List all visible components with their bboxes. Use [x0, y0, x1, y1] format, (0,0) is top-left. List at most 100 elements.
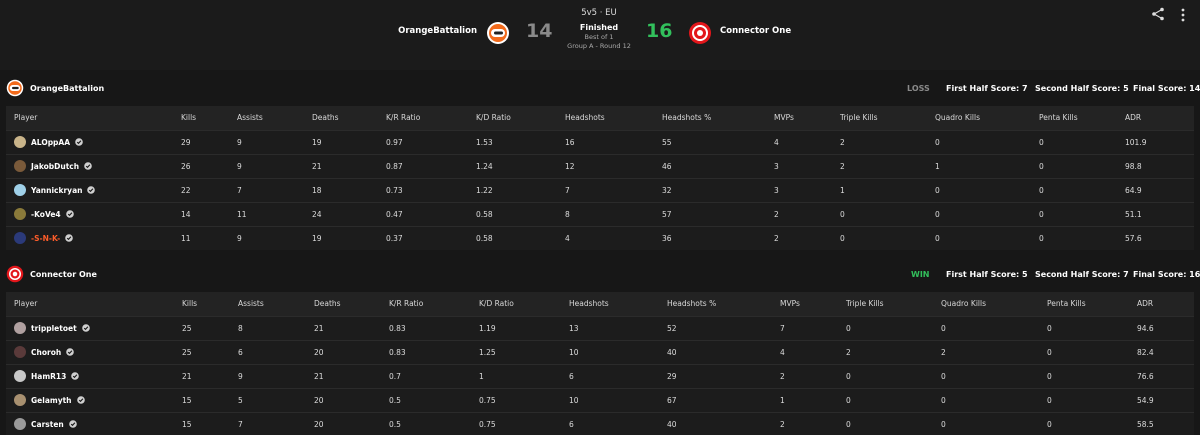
cell-headshots: 7 — [565, 185, 570, 195]
avatar[interactable] — [14, 418, 26, 431]
team1-name[interactable]: OrangeBattalion — [398, 26, 477, 36]
team2-section-name[interactable]: Connector One — [30, 270, 97, 279]
verified-check-icon — [87, 186, 96, 194]
cell-triple-kills: 0 — [846, 395, 851, 405]
cell-assists: 8 — [238, 323, 243, 333]
cell-kills: 15 — [182, 395, 192, 405]
team1-section-name[interactable]: OrangeBattalion — [30, 84, 104, 93]
avatar[interactable] — [14, 346, 26, 358]
verified-check-icon — [68, 420, 77, 429]
cell-adr: 64.9 — [1125, 185, 1142, 195]
player-name[interactable]: Gelamyth — [31, 396, 72, 405]
player-name[interactable]: trippletoet — [31, 324, 77, 333]
verified-check-icon — [81, 324, 90, 332]
team2-result: WIN — [911, 270, 930, 279]
orangebattalion-logo-icon[interactable] — [486, 21, 510, 45]
col-kr-ratio: K/R Ratio — [389, 299, 424, 309]
col-deaths: Deaths — [312, 113, 339, 123]
cell-headshots: 4 — [565, 233, 570, 243]
col-headshots-pct: Headshots % — [667, 299, 717, 309]
cell-kr-ratio: 0.83 — [389, 347, 406, 357]
cell-adr: 58.5 — [1137, 419, 1154, 429]
player-name[interactable]: HamR13 — [31, 372, 66, 381]
cell-deaths: 19 — [312, 137, 322, 147]
player-name[interactable]: Carsten — [31, 420, 64, 429]
cell-headshots: 6 — [569, 371, 574, 381]
col-triple-kills: Triple Kills — [840, 113, 878, 123]
verified-check-icon — [75, 138, 83, 146]
more-vertical-icon[interactable] — [1180, 7, 1186, 23]
cell-penta-kills: 0 — [1039, 209, 1044, 219]
avatar[interactable] — [14, 370, 26, 382]
cell-kr-ratio: 0.5 — [389, 395, 401, 405]
cell-penta-kills: 0 — [1047, 323, 1052, 333]
avatar[interactable] — [14, 394, 26, 406]
table-row: -S-N-K- 11 9 19 0.37 0.58 4 36 2 0 0 0 57.6 — [6, 226, 1194, 250]
player-name[interactable]: -KoVe4 — [31, 210, 61, 219]
cell-kr-ratio: 0.97 — [386, 137, 403, 147]
cell-headshots: 13 — [569, 323, 579, 333]
cell-kr-ratio: 0.5 — [389, 419, 401, 429]
player-name[interactable]: ALOppAA — [31, 138, 70, 147]
player-cell: Choroh — [6, 340, 174, 364]
avatar[interactable] — [14, 136, 26, 148]
cell-adr: 76.6 — [1137, 371, 1154, 381]
col-quadro-kills: Quadro Kills — [941, 299, 986, 309]
col-penta-kills: Penta Kills — [1047, 299, 1086, 309]
cell-headshots-pct: 40 — [667, 419, 677, 429]
player-name[interactable]: Yannickryan — [31, 186, 82, 195]
cell-triple-kills: 0 — [840, 233, 845, 243]
team2-final-score: Final Score: 16 — [1133, 270, 1200, 279]
col-kr-ratio: K/R Ratio — [386, 113, 421, 123]
cell-assists: 7 — [238, 419, 243, 429]
cell-headshots-pct: 40 — [667, 347, 677, 357]
cell-mvps: 2 — [780, 419, 785, 429]
cell-kr-ratio: 0.87 — [386, 161, 403, 171]
verified-check-icon — [65, 210, 74, 218]
cell-kr-ratio: 0.83 — [389, 323, 406, 333]
cell-deaths: 21 — [312, 161, 322, 171]
avatar[interactable] — [14, 184, 26, 196]
cell-kd-ratio: 1 — [479, 371, 484, 381]
table-row: Choroh 25 6 20 0.83 1.25 10 40 4 2 2 0 82.4 — [6, 340, 1194, 364]
cell-penta-kills: 0 — [1047, 371, 1052, 381]
player-name[interactable]: -S-N-K- — [31, 234, 60, 243]
col-headshots-pct: Headshots % — [662, 113, 712, 123]
cell-kd-ratio: 1.24 — [476, 161, 493, 171]
col-headshots: Headshots — [565, 113, 605, 123]
avatar[interactable] — [14, 322, 26, 334]
cell-penta-kills: 0 — [1047, 419, 1052, 429]
col-quadro-kills: Quadro Kills — [935, 113, 980, 123]
team1-result: LOSS — [907, 84, 930, 93]
avatar[interactable] — [14, 232, 26, 245]
cell-triple-kills: 2 — [846, 347, 851, 357]
share-icon[interactable] — [1151, 7, 1165, 21]
connector-one-logo-icon[interactable] — [6, 265, 24, 283]
team2-stats-table: Player Kills Assists Deaths K/R Ratio K/… — [6, 292, 1194, 435]
player-cell: Yannickryan — [6, 178, 173, 202]
col-player: Player — [14, 113, 38, 123]
avatar[interactable] — [14, 160, 26, 172]
cell-adr: 101.9 — [1125, 137, 1147, 147]
team2-score: 16 — [646, 20, 673, 42]
table-row: ALOppAA 29 9 19 0.97 1.53 16 55 4 2 0 0 101.9 — [6, 130, 1194, 154]
cell-adr: 82.4 — [1137, 347, 1154, 357]
match-round: Group A - Round 12 — [567, 42, 631, 50]
player-name[interactable]: Choroh — [31, 348, 61, 357]
connector-one-logo-icon[interactable] — [688, 21, 712, 45]
cell-kills: 22 — [181, 185, 191, 195]
cell-headshots-pct: 36 — [662, 233, 672, 243]
cell-quadro-kills: 2 — [941, 347, 946, 357]
verified-check-icon — [76, 396, 85, 404]
cell-adr: 94.6 — [1137, 323, 1154, 333]
player-name[interactable]: JakobDutch — [31, 162, 79, 171]
cell-kd-ratio: 1.22 — [476, 185, 493, 195]
cell-assists: 7 — [237, 185, 242, 195]
cell-assists: 11 — [237, 209, 247, 219]
team2-name[interactable]: Connector One — [720, 26, 791, 36]
team1-first-half-score: First Half Score: 7 — [946, 84, 1028, 93]
orangebattalion-logo-icon[interactable] — [6, 79, 24, 97]
verified-check-icon — [65, 234, 74, 243]
cell-deaths: 20 — [314, 395, 324, 405]
avatar[interactable] — [14, 208, 26, 220]
